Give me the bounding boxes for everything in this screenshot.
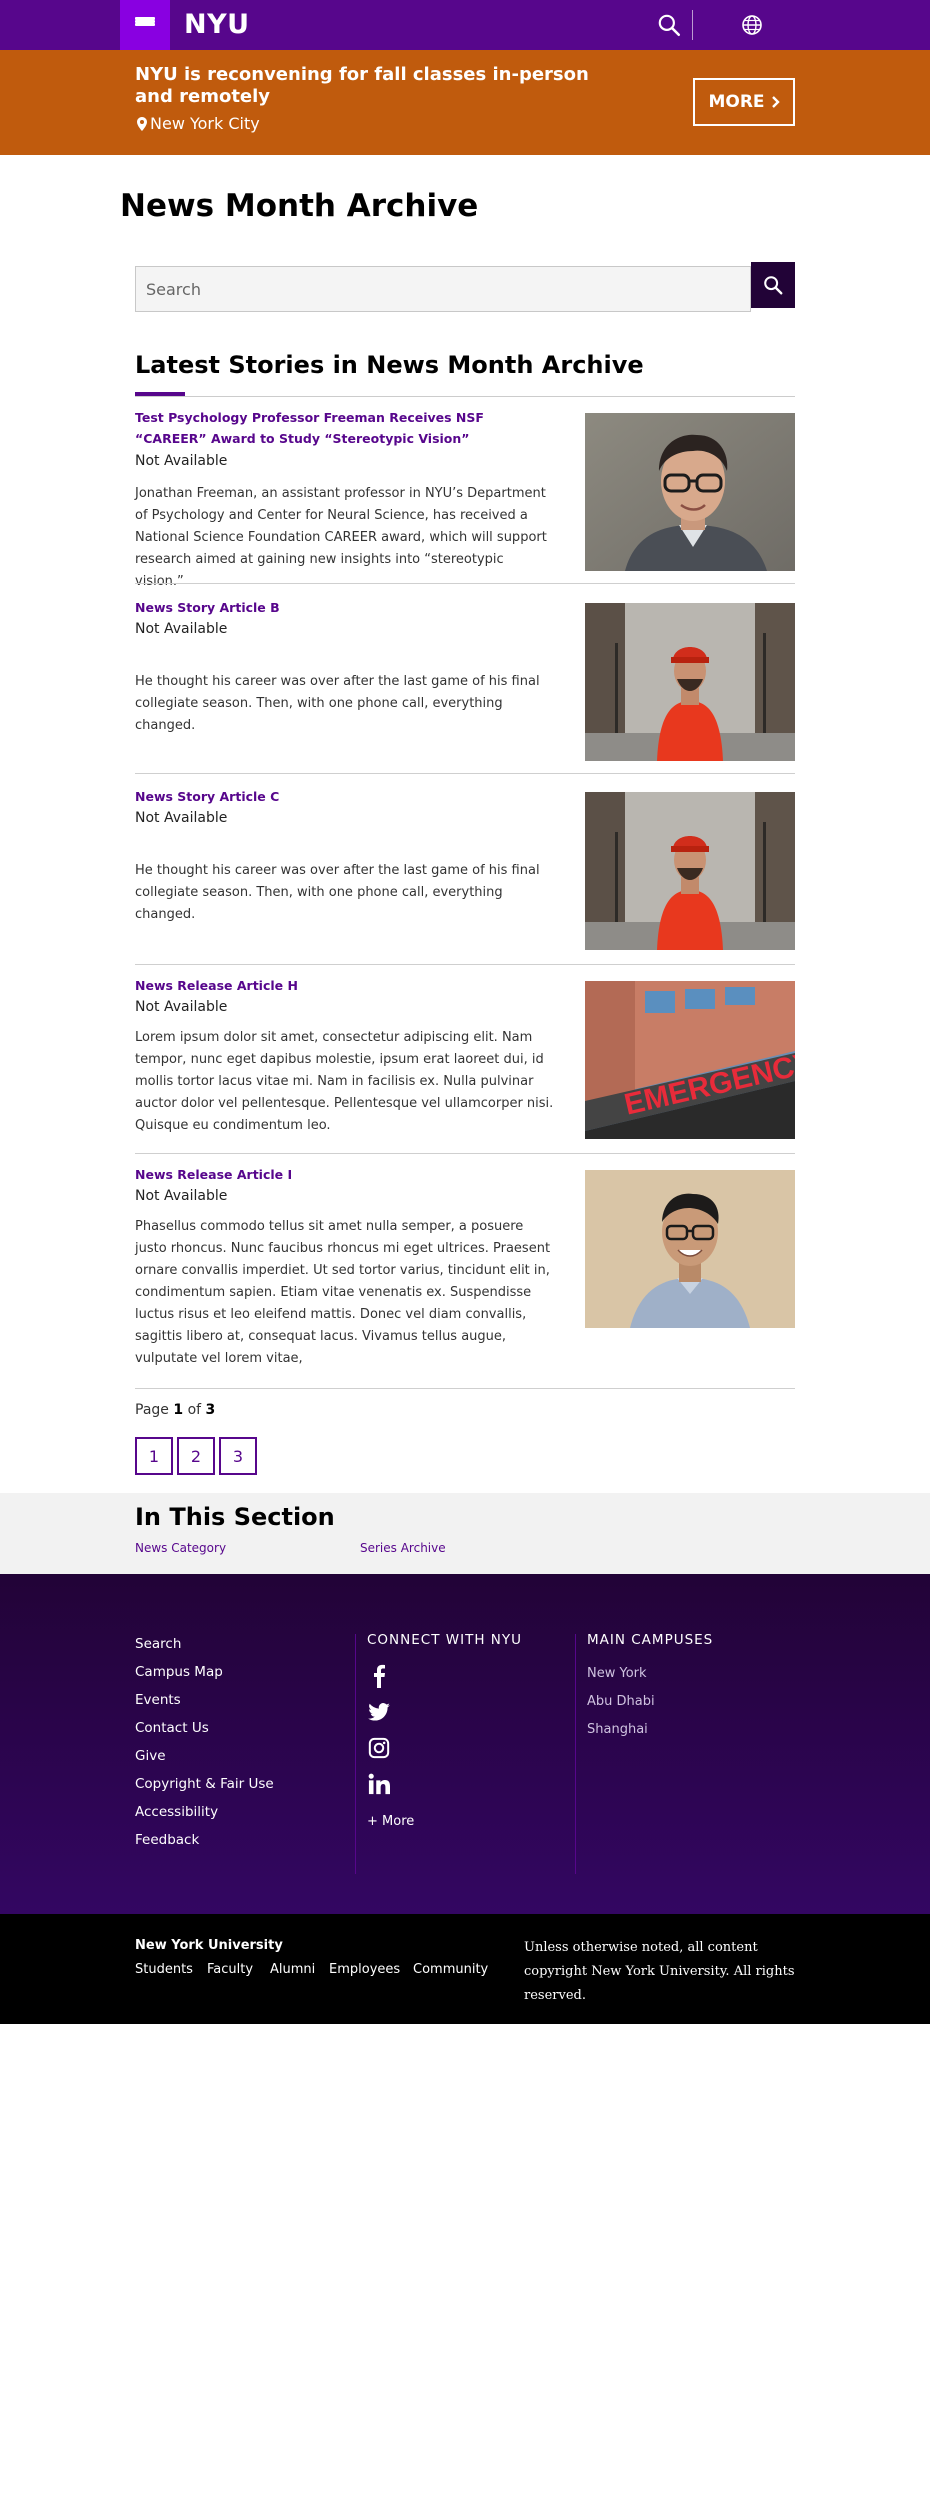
story-description: Phasellus commodo tellus sit amet nulla …	[135, 1219, 551, 1366]
site-footer: Search Campus Map Events Contact Us Give…	[0, 1574, 930, 1914]
page-of: of	[187, 1402, 202, 1418]
globe-icon[interactable]	[740, 13, 764, 37]
in-this-section-heading: In This Section	[135, 1503, 335, 1531]
story-image[interactable]	[585, 413, 795, 571]
facebook-icon[interactable]	[367, 1664, 391, 1688]
story-date: Not Available	[135, 1188, 228, 1204]
in-this-section: In This Section News Category Series Arc…	[0, 1493, 930, 1574]
emergency-building-image: EMERGENCY	[585, 981, 795, 1139]
section-link-news-category[interactable]: News Category	[135, 1541, 226, 1555]
campus-link-shanghai[interactable]: Shanghai	[587, 1722, 648, 1737]
story-image[interactable]	[585, 792, 795, 950]
search-input[interactable]	[135, 266, 751, 312]
bottom-link-community[interactable]: Community	[413, 1962, 488, 1977]
pagination-info: Page 1 of 3	[135, 1402, 215, 1418]
search-button[interactable]	[751, 262, 795, 308]
story-item: News Release Article H Not Available Lor…	[135, 975, 795, 1155]
footer-link-feedback[interactable]: Feedback	[135, 1832, 199, 1848]
latest-stories-heading: Latest Stories in News Month Archive	[135, 351, 644, 379]
footer-link-contact-us[interactable]: Contact Us	[135, 1720, 209, 1736]
alert-location: New York City	[137, 114, 260, 133]
alert-location-text: New York City	[150, 114, 260, 133]
alert-more-label: MORE	[708, 92, 765, 112]
connect-heading: CONNECT WITH NYU	[367, 1632, 522, 1648]
bottom-link-faculty[interactable]: Faculty	[207, 1962, 253, 1977]
story-item: Test Psychology Professor Freeman Receiv…	[135, 407, 795, 589]
footer-link-copyright[interactable]: Copyright & Fair Use	[135, 1776, 274, 1792]
footer-link-events[interactable]: Events	[135, 1692, 181, 1708]
footer-link-campus-map[interactable]: Campus Map	[135, 1664, 223, 1680]
footer-column-divider	[355, 1634, 356, 1874]
portrait-man-glasses-image	[585, 413, 795, 571]
story-divider	[135, 1388, 795, 1389]
story-divider	[135, 583, 795, 584]
campuses-heading: MAIN CAMPUSES	[587, 1632, 714, 1648]
chevron-right-icon	[771, 96, 780, 108]
page-prefix: Page	[135, 1402, 169, 1418]
nyu-logo[interactable]: NYU	[184, 9, 250, 40]
instagram-icon[interactable]	[367, 1736, 391, 1760]
story-date: Not Available	[135, 810, 228, 826]
top-navigation-bar: NYU	[0, 0, 930, 50]
hamburger-menu-icon	[135, 17, 155, 33]
bottom-link-employees[interactable]: Employees	[329, 1962, 400, 1977]
university-name: New York University	[135, 1938, 283, 1953]
section-divider	[135, 396, 795, 397]
alert-title: NYU is reconvening for fall classes in-p…	[135, 64, 589, 107]
page-title: News Month Archive	[120, 188, 479, 224]
bottom-link-alumni[interactable]: Alumni	[270, 1962, 315, 1977]
story-image[interactable]	[585, 1170, 795, 1328]
story-image[interactable]: EMERGENCY	[585, 981, 795, 1139]
hamburger-menu-button[interactable]	[120, 0, 170, 50]
twitter-icon[interactable]	[367, 1700, 391, 1724]
story-title-link[interactable]: News Release Article H	[135, 975, 555, 996]
story-image[interactable]	[585, 603, 795, 761]
story-date: Not Available	[135, 453, 228, 469]
page-button-3[interactable]: 3	[219, 1437, 257, 1475]
man-red-shirt-park-image	[585, 603, 795, 761]
social-more-link[interactable]: + More	[367, 1814, 414, 1829]
page-button-2[interactable]: 2	[177, 1437, 215, 1475]
copyright-text: Unless otherwise noted, all content copy…	[524, 1940, 795, 2003]
story-title-link[interactable]: Test Psychology Professor Freeman Receiv…	[135, 407, 555, 449]
story-item: News Release Article I Not Available Pha…	[135, 1164, 795, 1394]
footer-link-give[interactable]: Give	[135, 1748, 166, 1764]
alert-banner: NYU is reconvening for fall classes in-p…	[0, 50, 930, 155]
portrait-man-blue-shirt-image	[585, 1170, 795, 1328]
story-date: Not Available	[135, 999, 228, 1015]
story-date: Not Available	[135, 621, 228, 637]
page-current: 1	[173, 1402, 184, 1418]
story-description: He thought his career was over after the…	[135, 863, 540, 922]
story-divider	[135, 1153, 795, 1154]
footer-link-search[interactable]: Search	[135, 1636, 181, 1652]
story-title-link[interactable]: News Release Article I	[135, 1164, 555, 1185]
story-item: News Story Article B Not Available He th…	[135, 597, 795, 777]
footer-link-accessibility[interactable]: Accessibility	[135, 1804, 218, 1820]
page-button-1[interactable]: 1	[135, 1437, 173, 1475]
map-pin-icon	[137, 116, 147, 131]
story-title-link[interactable]: News Story Article C	[135, 786, 555, 807]
linkedin-icon[interactable]	[367, 1772, 391, 1796]
story-divider	[135, 773, 795, 774]
bottom-link-students[interactable]: Students	[135, 1962, 193, 1977]
search-icon[interactable]	[656, 12, 682, 38]
story-description: Lorem ipsum dolor sit amet, consectetur …	[135, 1030, 554, 1133]
story-description: Jonathan Freeman, an assistant professor…	[135, 486, 547, 589]
story-description: He thought his career was over after the…	[135, 674, 540, 733]
footer-column-divider	[575, 1634, 576, 1874]
bottom-bar: New York University Students Faculty Alu…	[0, 1914, 930, 2024]
story-divider	[135, 964, 795, 965]
campus-link-new-york[interactable]: New York	[587, 1666, 647, 1681]
alert-more-button[interactable]: MORE	[693, 78, 795, 126]
story-item: News Story Article C Not Available He th…	[135, 786, 795, 966]
story-title-link[interactable]: News Story Article B	[135, 597, 555, 618]
man-red-shirt-park-image	[585, 792, 795, 950]
search-icon	[764, 276, 783, 295]
page-total: 3	[205, 1402, 216, 1418]
campus-link-abu-dhabi[interactable]: Abu Dhabi	[587, 1694, 655, 1709]
section-link-series-archive[interactable]: Series Archive	[360, 1541, 446, 1555]
section-accent-bar	[135, 392, 185, 396]
header-divider	[692, 10, 693, 40]
